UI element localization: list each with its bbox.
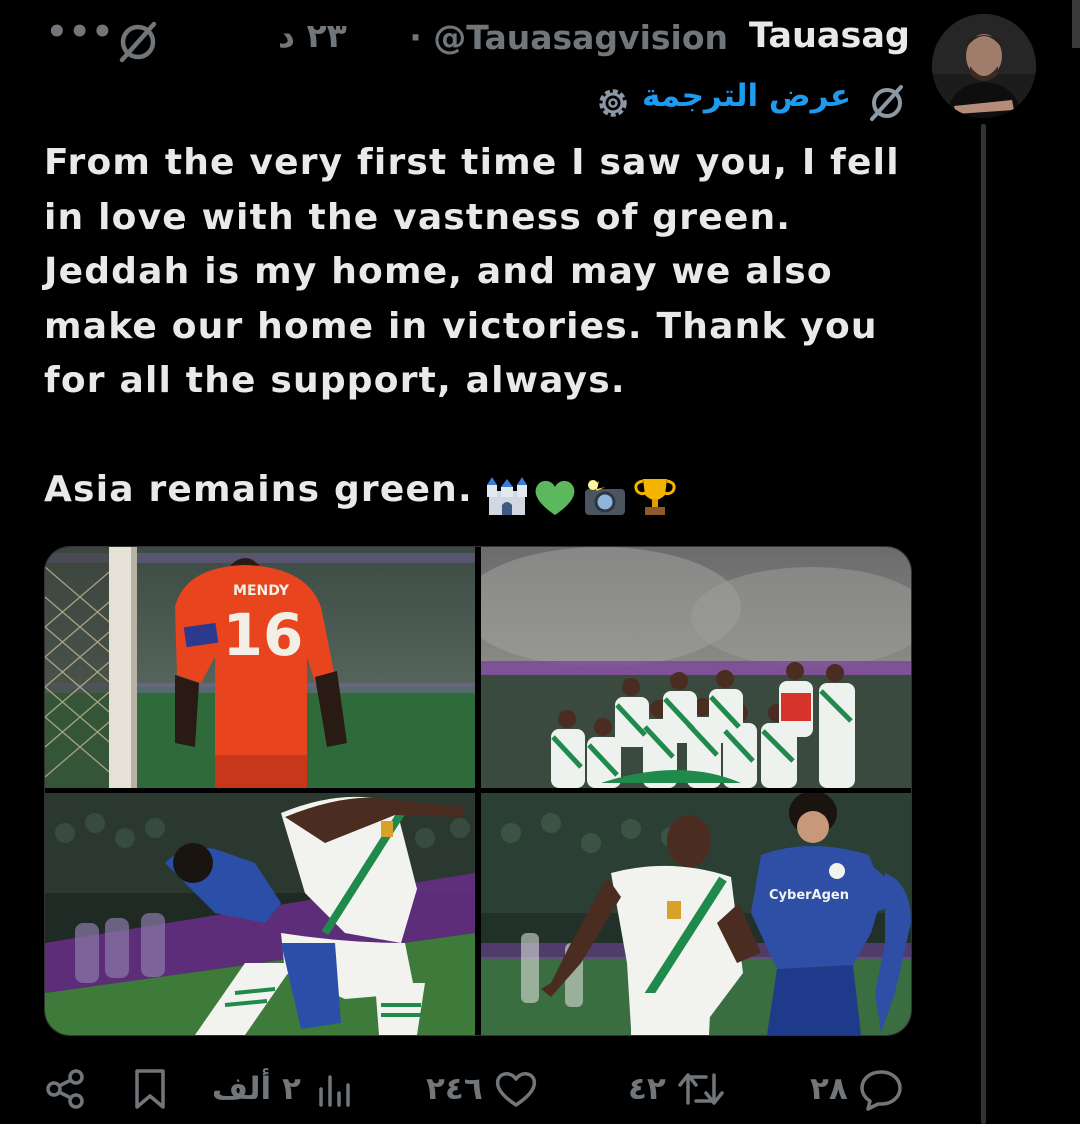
replies-count: ٢٨ — [810, 1071, 848, 1107]
repost-icon — [678, 1073, 724, 1105]
grok-icon[interactable] — [114, 18, 162, 66]
share-button[interactable] — [44, 1062, 88, 1116]
bookmark-icon — [135, 1069, 165, 1109]
tweet-paragraph-2: Asia remains green. — [44, 463, 934, 524]
heart-icon — [495, 1072, 536, 1107]
analytics-icon — [319, 1075, 350, 1107]
tweet-header: ••• ٢٣ د · @Tauasagvision Tauasag — [40, 12, 912, 64]
repost-button[interactable]: ٤٢ — [628, 1062, 726, 1116]
translate-row: عرض الترجمة — [590, 78, 920, 124]
handle-text: @Tauasagvision — [433, 18, 728, 57]
views-count: ٢ ألف — [212, 1071, 301, 1107]
grok-icon[interactable] — [866, 82, 908, 124]
reposts-count: ٤٢ — [628, 1071, 666, 1107]
gear-icon[interactable] — [594, 84, 632, 122]
views-button[interactable]: ٢ ألف — [212, 1062, 355, 1116]
green-heart-icon — [535, 480, 575, 515]
more-horizontal-icon[interactable]: ••• — [46, 12, 114, 52]
camera-with-flash-icon — [584, 478, 625, 515]
photo-team-lineup[interactable] — [481, 547, 911, 788]
show-translation-link[interactable]: عرض الترجمة — [642, 78, 851, 114]
share-icon — [46, 1069, 84, 1109]
castle-icon — [486, 476, 527, 515]
media-grid: MENDY 16 CyberAgen — [44, 546, 912, 1036]
photo-match-dribble[interactable]: CyberAgen — [481, 793, 911, 1035]
user-handle[interactable]: · @Tauasagvision — [409, 18, 728, 57]
like-button[interactable]: ٢٤٦ — [426, 1062, 539, 1116]
scrollbar[interactable] — [1072, 0, 1080, 48]
reply-button[interactable]: ٢٨ — [810, 1062, 904, 1116]
jersey-name: MENDY — [233, 583, 290, 599]
trophy-icon — [634, 478, 676, 515]
sponsor-text: CyberAgen — [769, 888, 849, 903]
tweet-paragraph-1: From the very first time I saw you, I fe… — [44, 142, 900, 401]
photo-match-tackle[interactable] — [45, 793, 475, 1035]
avatar[interactable] — [932, 14, 1036, 118]
photo-goalkeeper[interactable]: MENDY 16 — [45, 547, 475, 788]
tweet-text: From the very first time I saw you, I fe… — [44, 136, 934, 523]
thread-connector-line — [981, 124, 986, 1124]
tweet-time[interactable]: ٢٣ د — [278, 16, 347, 55]
bookmark-button[interactable] — [130, 1062, 170, 1116]
likes-count: ٢٤٦ — [426, 1071, 483, 1107]
emoji-row — [485, 469, 681, 524]
tweet-paragraph-2-text: Asia remains green. — [44, 468, 473, 510]
jersey-number: 16 — [223, 601, 304, 669]
separator-dot: · — [409, 18, 422, 57]
action-bar: ٢ ألف ٢٤٦ ٤٢ ٢٨ — [40, 1062, 920, 1116]
display-name[interactable]: Tauasag — [749, 16, 910, 56]
reply-icon — [860, 1070, 902, 1111]
